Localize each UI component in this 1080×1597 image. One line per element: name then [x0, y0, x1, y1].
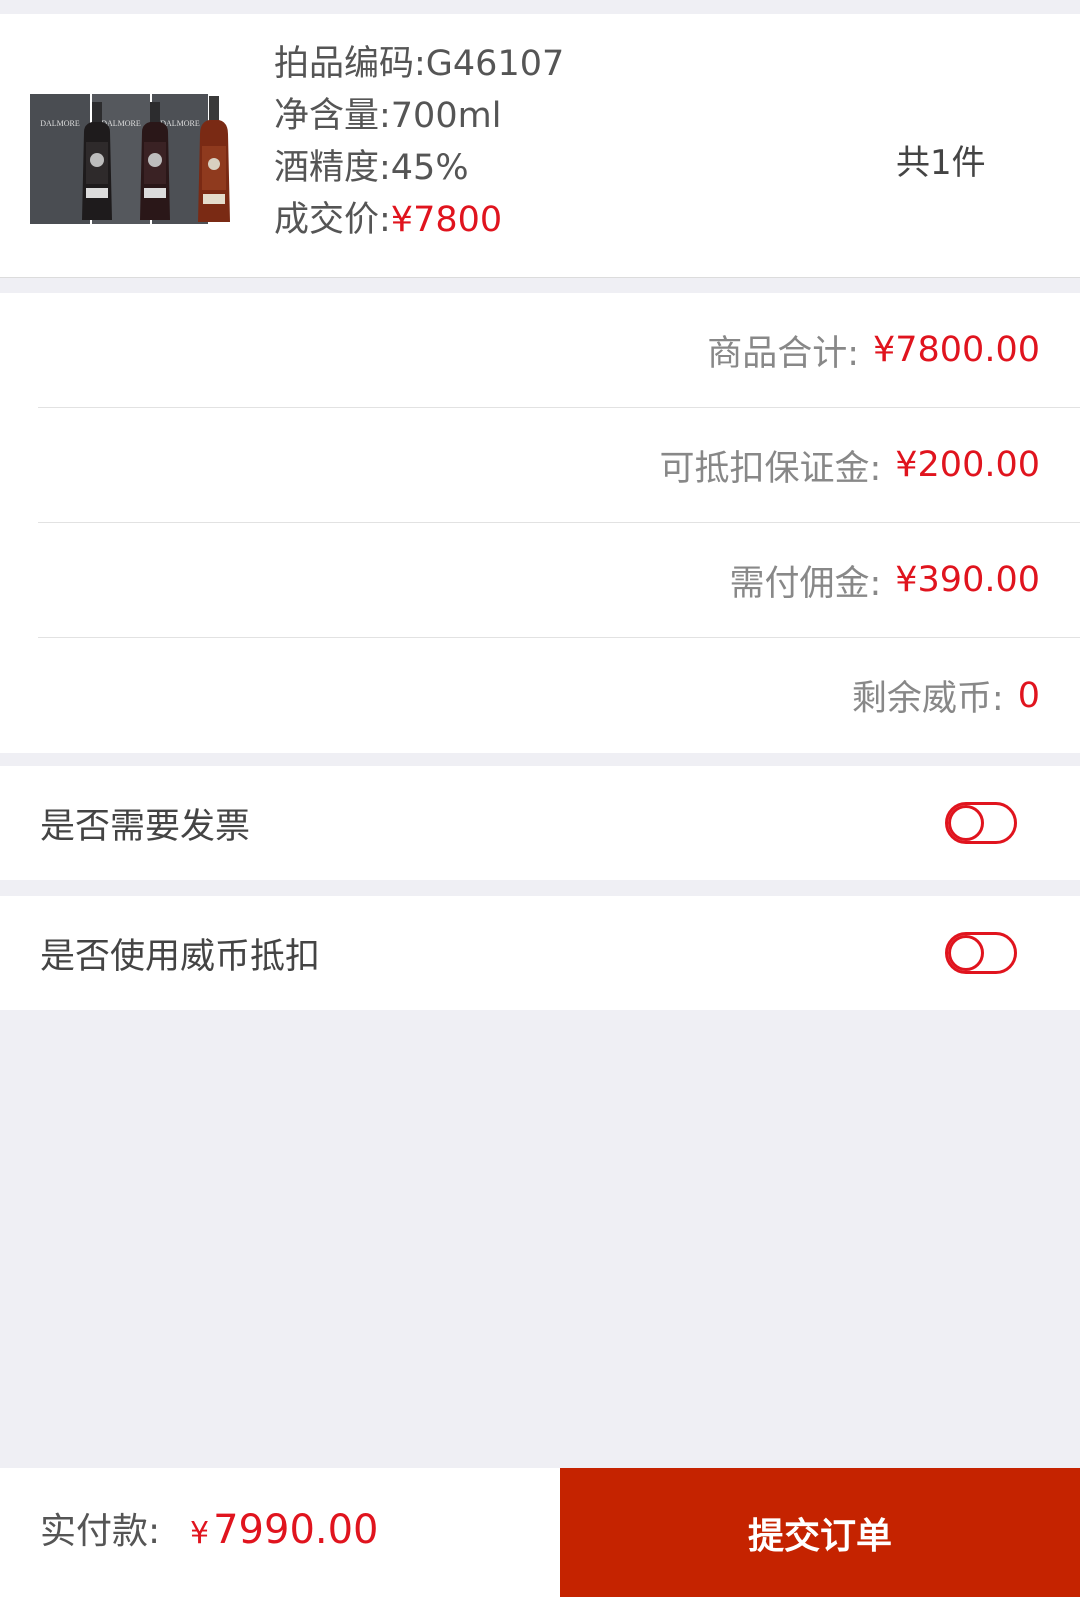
summary-row-coins: 剩余威币: 0 — [38, 638, 1080, 753]
summary-label: 商品合计: — [707, 333, 859, 374]
whisky-bottles-image: DALMORE DALMORE DALMORE — [28, 80, 242, 228]
summary-row-commission: 需付佣金: ¥390.00 — [38, 523, 1080, 638]
brand-text: DALMORE — [40, 119, 80, 128]
summary-value: 0 — [1017, 675, 1040, 716]
toggle-knob — [948, 935, 984, 971]
summary-row-deposit: 可抵扣保证金: ¥200.00 — [38, 408, 1080, 523]
toggle-knob — [948, 805, 984, 841]
invoice-toggle[interactable] — [945, 802, 1017, 844]
pay-currency: ¥ — [190, 1516, 210, 1551]
deal-price-label: 成交价: — [274, 200, 391, 240]
order-summary: 商品合计: ¥7800.00 可抵扣保证金: ¥200.00 需付佣金: ¥39… — [0, 293, 1080, 753]
pay-amount-value: 7990.00 — [213, 1507, 379, 1553]
summary-label: 剩余威币: — [851, 679, 1004, 719]
item-quantity: 共1件 — [896, 143, 986, 183]
deal-price: 成交价:¥7800 — [274, 194, 564, 246]
product-card[interactable]: DALMORE DALMORE DALMORE 拍品编码:G46107 净含量:… — [0, 14, 1080, 278]
coin-label: 是否使用威币抵扣 — [40, 936, 321, 977]
alcohol-content: 酒精度:45% — [274, 148, 469, 188]
deal-price-value: ¥7800 — [390, 200, 503, 240]
coin-option-row: 是否使用威币抵扣 — [0, 896, 1080, 1010]
lot-code: 拍品编码:G46107 — [274, 44, 565, 84]
submit-order-button[interactable]: 提交订单 — [560, 1468, 1080, 1597]
bottom-bar: 实付款: ¥7990.00 提交订单 — [0, 1468, 1080, 1597]
summary-label: 需付佣金: — [729, 563, 882, 604]
pay-label: 实付款: — [40, 1511, 161, 1552]
invoice-label: 是否需要发票 — [40, 806, 251, 847]
pay-amount: ¥7990.00 — [190, 1502, 379, 1562]
summary-value: ¥7800.00 — [872, 330, 1040, 370]
net-volume: 净含量:700ml — [274, 96, 502, 136]
product-info: 拍品编码:G46107 净含量:700ml 酒精度:45% 成交价:¥7800 — [274, 38, 564, 246]
summary-value: ¥390.00 — [895, 560, 1040, 600]
summary-label: 可抵扣保证金: — [659, 448, 882, 489]
coin-toggle[interactable] — [945, 932, 1017, 974]
product-image-graphic: DALMORE DALMORE DALMORE — [30, 94, 230, 224]
summary-value: ¥200.00 — [895, 445, 1040, 485]
invoice-option-row: 是否需要发票 — [0, 766, 1080, 880]
summary-row-goods-total: 商品合计: ¥7800.00 — [38, 293, 1080, 408]
